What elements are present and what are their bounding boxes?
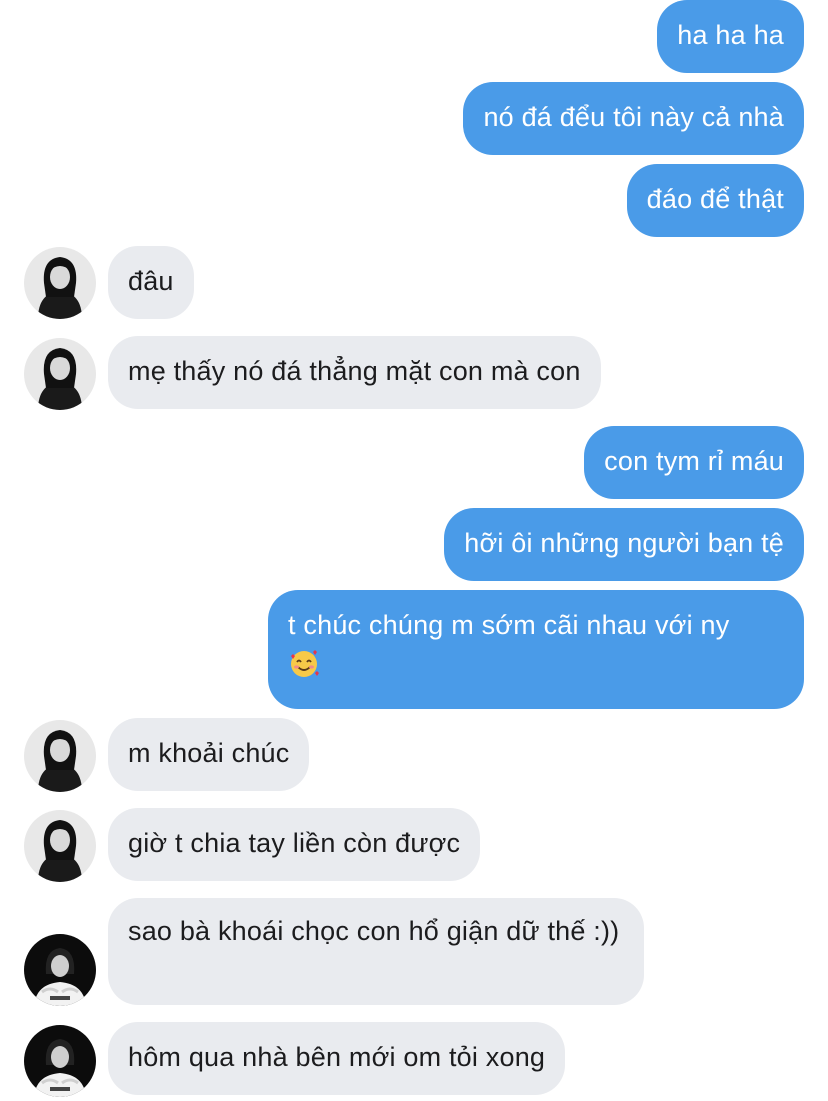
message-text: đâu [128,266,174,296]
message-text: nó đá đểu tôi này cả nhà [483,102,784,132]
message-text: mẹ thấy nó đá thẳng mặt con mà con [128,356,581,386]
message-bubble-outgoing[interactable]: hỡi ôi những người bạn tệ [444,508,804,581]
message-text: t chúc chúng m sớm cãi nhau với ny [288,610,730,640]
avatar-photo-icon [24,934,96,1006]
message-text: hỡi ôi những người bạn tệ [464,528,784,558]
avatar-photo-icon [24,1025,96,1097]
message-bubble-outgoing[interactable]: con tym rỉ máu [584,426,804,499]
contact-avatar[interactable] [24,810,96,882]
contact-avatar[interactable] [24,720,96,792]
message-bubble-incoming[interactable]: sao bà khoái chọc con hổ giận dữ thế :)) [108,898,644,1005]
smiling-face-with-hearts-icon [288,647,320,679]
message-bubble-outgoing[interactable]: ha ha ha [657,0,804,73]
message-text: đáo để thật [646,184,784,214]
contact-avatar[interactable] [24,338,96,410]
message-bubble-outgoing[interactable]: nó đá đểu tôi này cả nhà [463,82,804,155]
avatar-photo-icon [24,247,96,319]
message-text: sao bà khoái chọc con hổ giận dữ thế :)) [128,916,620,946]
message-text: giờ t chia tay liền còn được [128,828,461,858]
avatar-photo-icon [24,810,96,882]
message-text: ha ha ha [677,20,784,50]
contact-avatar[interactable] [24,247,96,319]
message-text: hôm qua nhà bên mới om tỏi xong [128,1042,546,1072]
message-bubble-outgoing[interactable]: đáo để thật [626,164,804,237]
chat-thread: ha ha ha nó đá đểu tôi này cả nhà đáo để… [0,0,828,1101]
message-bubble-incoming[interactable]: m khoải chúc [108,718,310,791]
message-bubble-incoming[interactable]: đâu [108,246,194,319]
contact-avatar[interactable] [24,934,96,1006]
message-bubble-outgoing[interactable]: t chúc chúng m sớm cãi nhau với ny [268,590,804,709]
message-bubble-incoming[interactable]: giờ t chia tay liền còn được [108,808,481,881]
avatar-photo-icon [24,720,96,792]
message-text: con tym rỉ máu [604,446,784,476]
message-bubble-incoming[interactable]: hôm qua nhà bên mới om tỏi xong [108,1022,566,1095]
message-bubble-incoming[interactable]: mẹ thấy nó đá thẳng mặt con mà con [108,336,601,409]
message-text: m khoải chúc [128,738,290,768]
contact-avatar[interactable] [24,1025,96,1097]
avatar-photo-icon [24,338,96,410]
